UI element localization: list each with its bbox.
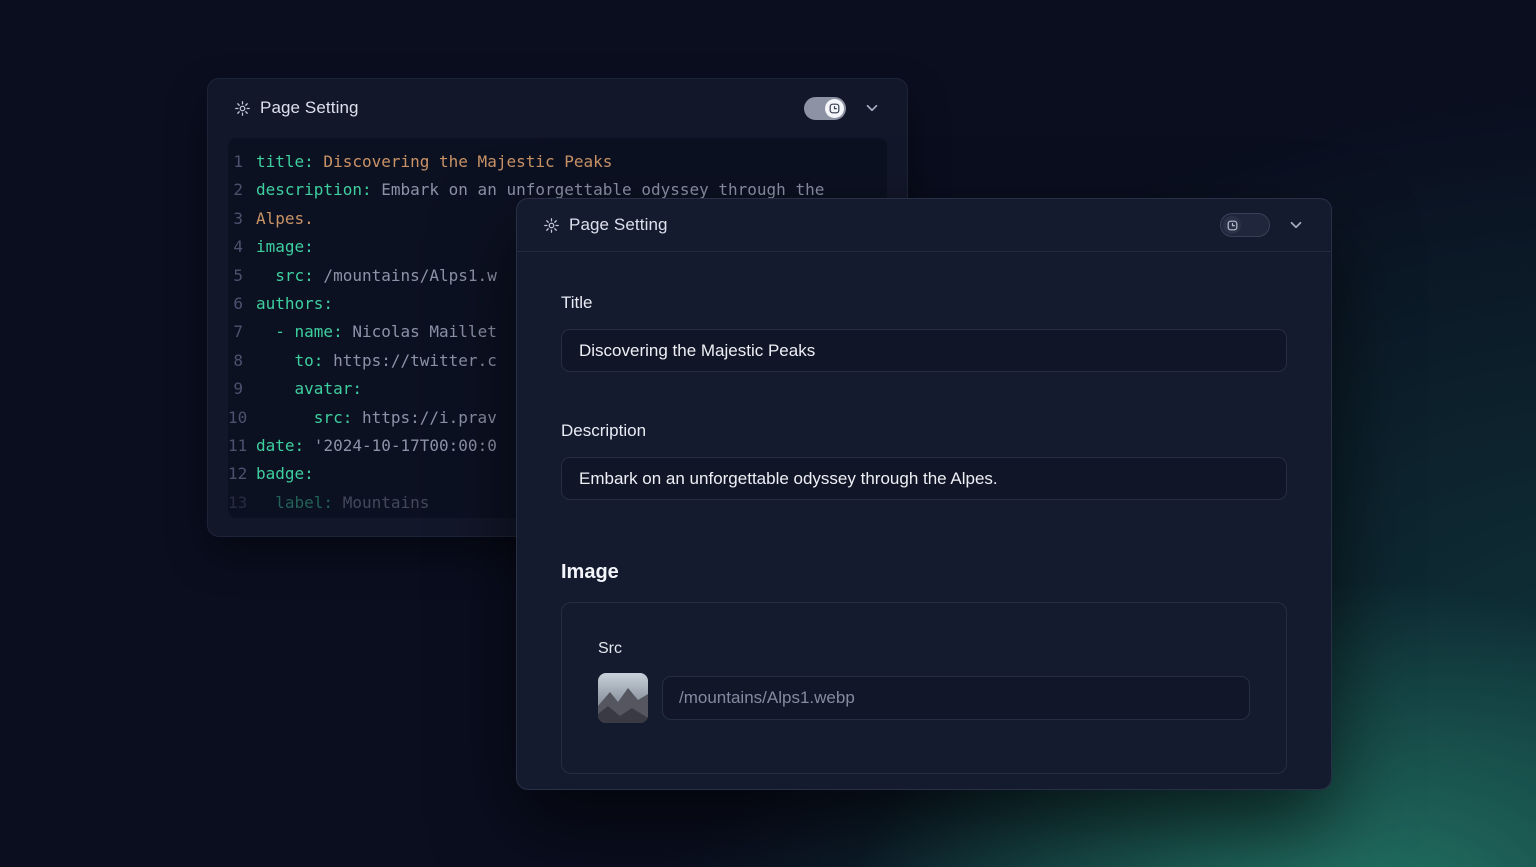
page-setting-form-panel: Page Setting — [516, 198, 1332, 790]
title-input[interactable] — [561, 329, 1287, 372]
line-number: 13 — [228, 489, 256, 517]
editor-toggle-icon — [829, 103, 840, 114]
code-text: avatar: — [256, 375, 362, 403]
image-card: Src — [561, 602, 1287, 774]
code-text: badge: — [256, 460, 314, 488]
code-text: to: https://twitter.c — [256, 347, 497, 375]
description-label: Description — [561, 421, 1287, 441]
line-number: 10 — [228, 404, 256, 432]
header-actions — [1220, 213, 1305, 237]
src-label: Src — [598, 640, 1250, 658]
description-input[interactable] — [561, 457, 1287, 500]
code-panel-header: Page Setting — [208, 79, 907, 137]
line-number: 5 — [228, 262, 256, 290]
code-text: title: Discovering the Majestic Peaks — [256, 148, 612, 176]
gear-icon — [234, 100, 251, 117]
line-number: 7 — [228, 318, 256, 346]
code-line: 1title: Discovering the Majestic Peaks — [228, 148, 887, 176]
line-number: 12 — [228, 460, 256, 488]
chevron-down-icon[interactable] — [863, 99, 881, 117]
src-row — [598, 673, 1250, 723]
page-setting-form: Title Description Image Src — [517, 293, 1331, 774]
line-number: 3 — [228, 205, 256, 233]
chevron-down-icon[interactable] — [1287, 216, 1305, 234]
panel-title: Page Setting — [569, 215, 668, 235]
image-thumbnail — [598, 673, 648, 723]
header-actions — [804, 97, 881, 120]
code-text: src: https://i.prav — [256, 404, 497, 432]
line-number: 1 — [228, 148, 256, 176]
gear-icon — [543, 217, 560, 234]
line-number: 6 — [228, 290, 256, 318]
form-panel-header: Page Setting — [517, 199, 1331, 252]
toggle-knob — [1223, 216, 1241, 234]
line-number: 4 — [228, 233, 256, 261]
editor-view-toggle[interactable] — [804, 97, 846, 120]
code-text: image: — [256, 233, 314, 261]
line-number: 8 — [228, 347, 256, 375]
editor-toggle-icon — [1227, 220, 1238, 231]
src-input[interactable] — [662, 676, 1250, 720]
code-text: Alpes. — [256, 205, 314, 233]
panel-title: Page Setting — [260, 98, 359, 118]
code-text: label: Mountains — [256, 489, 429, 517]
image-section-heading: Image — [561, 561, 1287, 584]
line-number: 11 — [228, 432, 256, 460]
code-text: authors: — [256, 290, 333, 318]
code-text: src: /mountains/Alps1.w — [256, 262, 497, 290]
code-text: - name: Nicolas Maillet — [256, 318, 497, 346]
title-label: Title — [561, 293, 1287, 313]
toggle-knob — [825, 99, 844, 118]
code-text: date: '2024-10-17T00:00:0 — [256, 432, 497, 460]
desktop-background: Page Setting 1titl — [0, 0, 1536, 867]
line-number: 2 — [228, 176, 256, 204]
editor-view-toggle[interactable] — [1220, 213, 1270, 237]
line-number: 9 — [228, 375, 256, 403]
